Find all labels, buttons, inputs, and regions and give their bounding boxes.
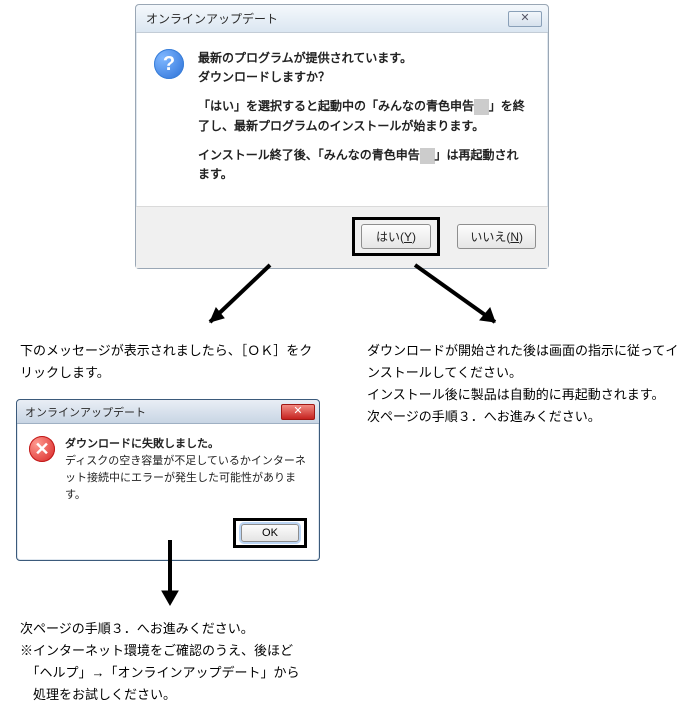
yes-button[interactable]: はい(Y) (361, 224, 431, 249)
no-button[interactable]: いいえ(N) (457, 224, 536, 249)
close-icon[interactable]: ✕ (508, 11, 542, 27)
right-line3: 次ページの手順３．へお進みください。 (367, 406, 687, 428)
left2-line4: 処理をお試しください。 (20, 684, 330, 706)
arrow-down-icon (155, 535, 185, 610)
version-placeholder-icon (474, 99, 489, 115)
question-icon: ? (154, 49, 184, 79)
yes-button-highlight: はい(Y) (352, 217, 440, 256)
dialog1-line3a: 「はい」を選択すると起動中の「みんなの青色申告 (198, 99, 474, 113)
arrow-down-right-icon (400, 260, 520, 340)
dialog1-line1: 最新のプログラムが提供されています。 (198, 51, 412, 65)
arrow-down-left-icon (190, 260, 290, 340)
dialog1-message: 最新のプログラムが提供されています。 ダウンロードしますか？ 「はい」を選択する… (198, 49, 530, 194)
dialog2-line2: ディスクの空き容量が不足しているかインターネット接続中にエラーが発生した可能性が… (65, 453, 307, 504)
left2-line2: ※インターネット環境をご確認のうえ、後ほど (20, 640, 330, 662)
right-instruction: ダウンロードが開始された後は画面の指示に従ってインストールしてください。 インス… (367, 340, 687, 428)
dialog1-body: ? 最新のプログラムが提供されています。 ダウンロードしますか？ 「はい」を選択… (136, 33, 548, 206)
left-instruction-1: 下のメッセージが表示されましたら、［ＯＫ］をクリックします。 (20, 340, 320, 384)
left2-line3: 「ヘルプ」→「オンラインアップデート」から (20, 662, 330, 684)
dialog1-button-row: はい(Y) いいえ(N) (136, 206, 548, 268)
dialog1-line2: ダウンロードしますか？ (198, 70, 330, 84)
dialog2-title: オンラインアップデート (25, 404, 281, 420)
ok-button-highlight: OK (233, 518, 307, 548)
dialog2-titlebar: オンラインアップデート ✕ (17, 400, 319, 424)
update-confirm-dialog: オンラインアップデート ✕ ? 最新のプログラムが提供されています。 ダウンロー… (135, 4, 549, 269)
ok-button[interactable]: OK (241, 524, 299, 542)
left2-line1: 次ページの手順３．へお進みください。 (20, 618, 330, 640)
close-icon[interactable]: ✕ (281, 404, 315, 420)
left-instruction-2: 次ページの手順３．へお進みください。 ※インターネット環境をご確認のうえ、後ほど… (20, 618, 330, 706)
dialog2-line1: ダウンロードに失敗しました。 (65, 436, 307, 453)
right-line1: ダウンロードが開始された後は画面の指示に従ってインストールしてください。 (367, 340, 687, 384)
right-line2: インストール後に製品は自動的に再起動されます。 (367, 384, 687, 406)
error-icon: ✕ (29, 436, 55, 462)
version-placeholder-icon (420, 148, 435, 164)
dialog1-titlebar: オンラインアップデート ✕ (136, 5, 548, 33)
dialog2-body: ✕ ダウンロードに失敗しました。 ディスクの空き容量が不足しているかインターネッ… (17, 424, 319, 512)
dialog2-message: ダウンロードに失敗しました。 ディスクの空き容量が不足しているかインターネット接… (65, 436, 307, 504)
dialog1-title: オンラインアップデート (146, 10, 508, 27)
dialog1-line4a: インストール終了後、「みんなの青色申告 (198, 148, 420, 162)
